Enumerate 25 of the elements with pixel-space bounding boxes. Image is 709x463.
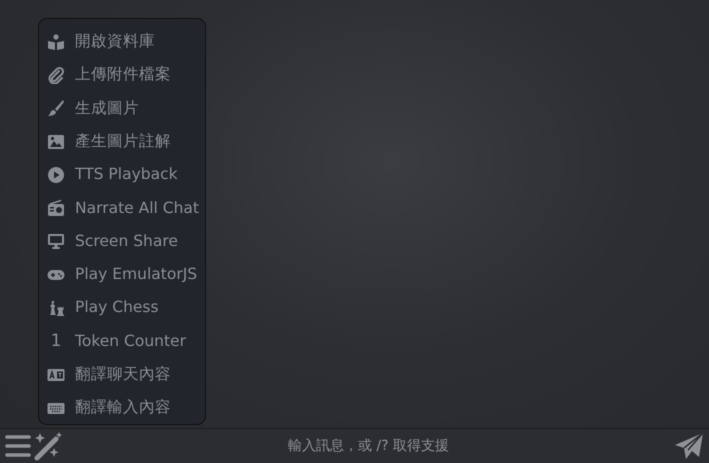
magic-wand-button[interactable]	[32, 431, 64, 461]
menu-item[interactable]: Play EmulatorJS	[39, 258, 205, 292]
send-button[interactable]	[673, 431, 705, 461]
brush-icon	[47, 99, 65, 118]
menu-item[interactable]: 1 Token Counter	[39, 324, 205, 358]
paperclip-icon	[47, 66, 65, 84]
chess-icon	[47, 299, 65, 318]
image-icon	[47, 132, 65, 151]
monitor-icon	[47, 232, 65, 250]
message-input[interactable]: 輸入訊息，或 /? 取得支援	[64, 431, 673, 461]
menu-item[interactable]: 翻譯輸入內容	[39, 391, 205, 425]
menu-item[interactable]: Play Chess	[39, 291, 205, 325]
menu-item[interactable]: 開啟資料庫	[39, 25, 205, 58]
menu-button[interactable]	[4, 433, 32, 459]
menu-item[interactable]: TTS Playback	[39, 158, 205, 192]
menu-item[interactable]: 翻譯聊天內容	[39, 358, 205, 392]
counter-glyph: 1	[50, 332, 62, 350]
menu-item[interactable]: Screen Share	[39, 224, 205, 258]
radio-icon	[47, 199, 65, 218]
menu-item[interactable]: 生成圖片	[39, 92, 205, 125]
menu-item[interactable]: Narrate All Chat	[39, 191, 205, 225]
menu-item[interactable]: 產生圖片註解	[39, 124, 205, 158]
play-icon	[47, 166, 65, 184]
menu-item[interactable]: 上傳附件檔案	[39, 58, 205, 92]
book-reader-icon	[47, 32, 65, 51]
